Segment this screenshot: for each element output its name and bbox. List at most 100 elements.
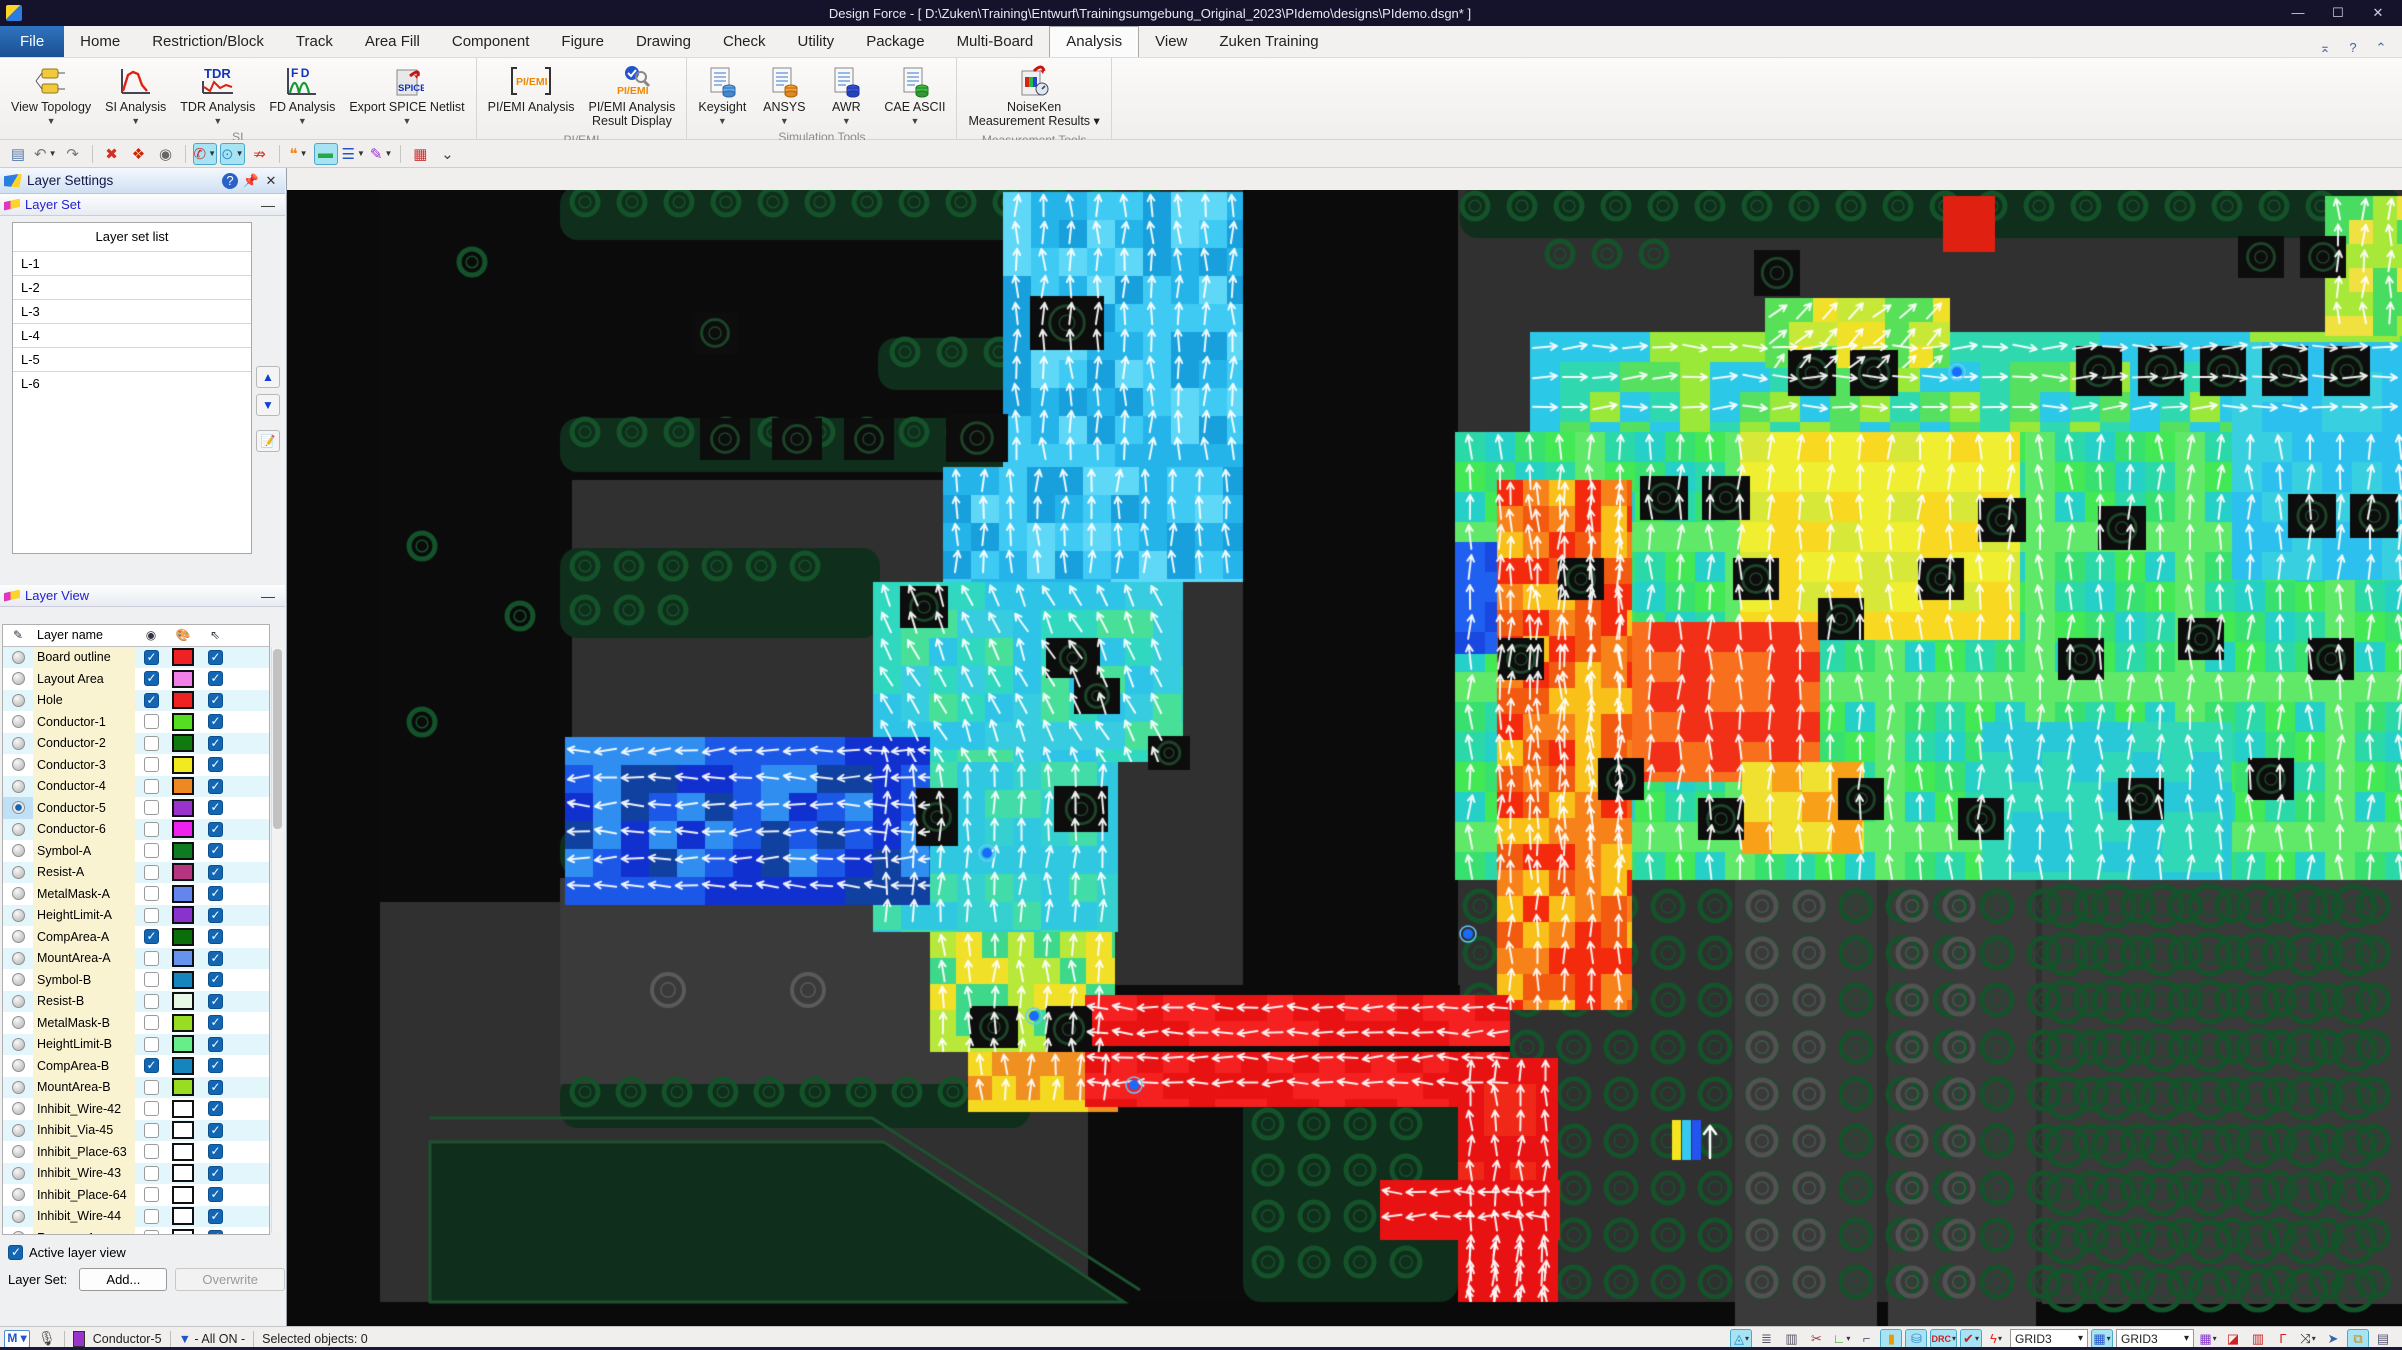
layer-row-comparea-a[interactable]: CompArea-A xyxy=(3,926,269,948)
active-layer-radio[interactable] xyxy=(11,844,25,858)
view-topology-button[interactable]: View Topology ▼ xyxy=(4,60,98,128)
delete-pick-button[interactable]: ✖ xyxy=(100,143,124,165)
si-analysis-button[interactable]: SI Analysis ▼ xyxy=(98,60,173,128)
layer-color-swatch[interactable] xyxy=(172,777,194,796)
tab-drawing[interactable]: Drawing xyxy=(620,27,707,57)
collapse-ribbon-icon[interactable]: ⌃ xyxy=(2370,37,2392,57)
dropdown-arrow-icon[interactable]: ▼ xyxy=(910,116,919,126)
display-toggle[interactable]: ▬ xyxy=(313,142,338,165)
layer-row-inhibit-wire-44[interactable]: Inhibit_Wire-44 xyxy=(3,1205,269,1227)
layer-color-swatch[interactable] xyxy=(172,927,194,946)
dropdown-arrow-icon[interactable]: ▼ xyxy=(47,116,56,126)
layer-row-layout-area[interactable]: Layout Area xyxy=(3,668,269,690)
selectable-checkbox[interactable] xyxy=(207,1036,223,1052)
layer-color-swatch[interactable] xyxy=(172,1121,194,1140)
selectable-checkbox[interactable] xyxy=(207,886,223,902)
dropdown-arrow-icon[interactable]: ▼ xyxy=(131,116,140,126)
layer-row-resist-b[interactable]: Resist-B xyxy=(3,990,269,1012)
tab-home[interactable]: Home xyxy=(64,27,136,57)
layer-color-swatch[interactable] xyxy=(172,1078,194,1097)
layer-color-swatch[interactable] xyxy=(172,712,194,731)
active-layer-radio[interactable] xyxy=(11,994,25,1008)
filter-indicator[interactable]: ▼ - All ON - xyxy=(179,1332,246,1346)
layer-view-scrollbar[interactable] xyxy=(271,647,283,1233)
minimize-button[interactable]: — xyxy=(2278,2,2318,24)
visibility-checkbox[interactable] xyxy=(143,1036,159,1052)
selectable-checkbox[interactable] xyxy=(207,1165,223,1181)
active-layer-radio[interactable] xyxy=(11,672,25,686)
maximize-button[interactable]: ☐ xyxy=(2318,2,2358,24)
selectable-checkbox[interactable] xyxy=(207,1101,223,1117)
selectable-checkbox[interactable] xyxy=(207,714,223,730)
grid-combo-2[interactable]: GRID3 ▾ xyxy=(2116,1329,2194,1348)
zoom-button[interactable]: ◉ xyxy=(154,143,178,165)
active-layer-radio[interactable] xyxy=(11,715,25,729)
layer-color-swatch[interactable] xyxy=(172,863,194,882)
component-red-icon[interactable]: ▥ xyxy=(2247,1329,2269,1349)
close-button[interactable]: ✕ xyxy=(2358,2,2398,24)
layer-color-swatch[interactable] xyxy=(172,1013,194,1032)
noiseken-button[interactable]: NoiseKen Measurement Results ▾ xyxy=(961,60,1106,131)
save-button[interactable]: ▤ xyxy=(6,143,30,165)
add-layer-set-button[interactable]: Add... xyxy=(79,1268,168,1291)
selectable-checkbox[interactable] xyxy=(207,1187,223,1203)
active-layer-radio[interactable] xyxy=(11,1231,25,1234)
selectable-checkbox[interactable] xyxy=(207,778,223,794)
layer-row-conductor-3[interactable]: Conductor-3 xyxy=(3,754,269,776)
pointer-check-icon[interactable]: ➤ xyxy=(2322,1329,2344,1349)
memo-icon[interactable]: ▤ xyxy=(2372,1329,2394,1349)
layer-set-row-l-3[interactable]: L-3 xyxy=(13,299,251,323)
layer-color-swatch[interactable] xyxy=(172,1056,194,1075)
layer-row-reserve-1[interactable]: Reserve-1 xyxy=(3,1227,269,1234)
layer-color-swatch[interactable] xyxy=(172,648,194,667)
selectable-checkbox[interactable] xyxy=(207,972,223,988)
tdr-analysis-button[interactable]: TDR TDR Analysis ▼ xyxy=(173,60,262,128)
layer-color-swatch[interactable] xyxy=(172,992,194,1011)
layer-set-row-l-4[interactable]: L-4 xyxy=(13,323,251,347)
selectable-checkbox[interactable] xyxy=(207,843,223,859)
visibility-checkbox[interactable] xyxy=(143,714,159,730)
layer-color-swatch[interactable] xyxy=(172,734,194,753)
active-layer-radio[interactable] xyxy=(11,973,25,987)
visibility-checkbox[interactable] xyxy=(143,1144,159,1160)
pcb-canvas[interactable] xyxy=(287,190,2402,1326)
layer-color-icon[interactable]: ⧉ xyxy=(2347,1328,2369,1349)
layer-color-swatch[interactable] xyxy=(172,1142,194,1161)
layer-set-row-l-6[interactable]: L-6 xyxy=(13,371,251,395)
layer-row-inhibit-place-63[interactable]: Inhibit_Place-63 xyxy=(3,1141,269,1163)
database-icon[interactable]: ⛁ xyxy=(1905,1328,1928,1349)
ansys-button[interactable]: ANSYS ▼ xyxy=(753,60,815,128)
visibility-checkbox[interactable] xyxy=(143,1122,159,1138)
layer-row-mountarea-b[interactable]: MountArea-B xyxy=(3,1076,269,1098)
mode-selector[interactable]: M ▾ xyxy=(4,1329,30,1348)
selectable-checkbox[interactable] xyxy=(207,950,223,966)
visibility-checkbox[interactable] xyxy=(143,864,159,880)
dropdown-arrow-icon[interactable]: ▼ xyxy=(298,116,307,126)
visibility-checkbox[interactable] xyxy=(143,692,159,708)
layer-row-conductor-4[interactable]: Conductor-4 xyxy=(3,775,269,797)
layer-color-swatch[interactable] xyxy=(172,1164,194,1183)
awr-button[interactable]: AWR ▼ xyxy=(815,60,877,128)
grid-toggle-1[interactable]: ▦ ▾ xyxy=(2091,1328,2113,1349)
active-layer-view-checkbox[interactable] xyxy=(8,1245,23,1260)
visibility-checkbox[interactable] xyxy=(143,757,159,773)
selectable-checkbox[interactable] xyxy=(207,671,223,687)
tab-area-fill[interactable]: Area Fill xyxy=(349,27,436,57)
layer-row-conductor-1[interactable]: Conductor-1 xyxy=(3,711,269,733)
wire-corner-icon[interactable]: Γ xyxy=(2272,1329,2294,1349)
fit-view-button[interactable]: ❖ xyxy=(127,143,151,165)
layer-row-symbol-b[interactable]: Symbol-B xyxy=(3,969,269,991)
no-flow-button[interactable]: ⇏ xyxy=(248,143,272,165)
layer-color-swatch[interactable] xyxy=(172,970,194,989)
selectable-checkbox[interactable] xyxy=(207,757,223,773)
active-layer-radio[interactable] xyxy=(11,1166,25,1180)
dropdown-arrow-icon[interactable]: ▼ xyxy=(780,116,789,126)
layer-row-inhibit-place-64[interactable]: Inhibit_Place-64 xyxy=(3,1184,269,1206)
active-layer-radio[interactable] xyxy=(11,1209,25,1223)
dropdown-arrow-icon[interactable]: ▼ xyxy=(403,116,412,126)
layer-color-swatch[interactable] xyxy=(172,798,194,817)
active-layer-radio[interactable] xyxy=(11,930,25,944)
active-layer-radio[interactable] xyxy=(11,779,25,793)
checklist-icon[interactable]: ≣ xyxy=(1755,1329,1777,1349)
layer-row-resist-a[interactable]: Resist-A xyxy=(3,861,269,883)
